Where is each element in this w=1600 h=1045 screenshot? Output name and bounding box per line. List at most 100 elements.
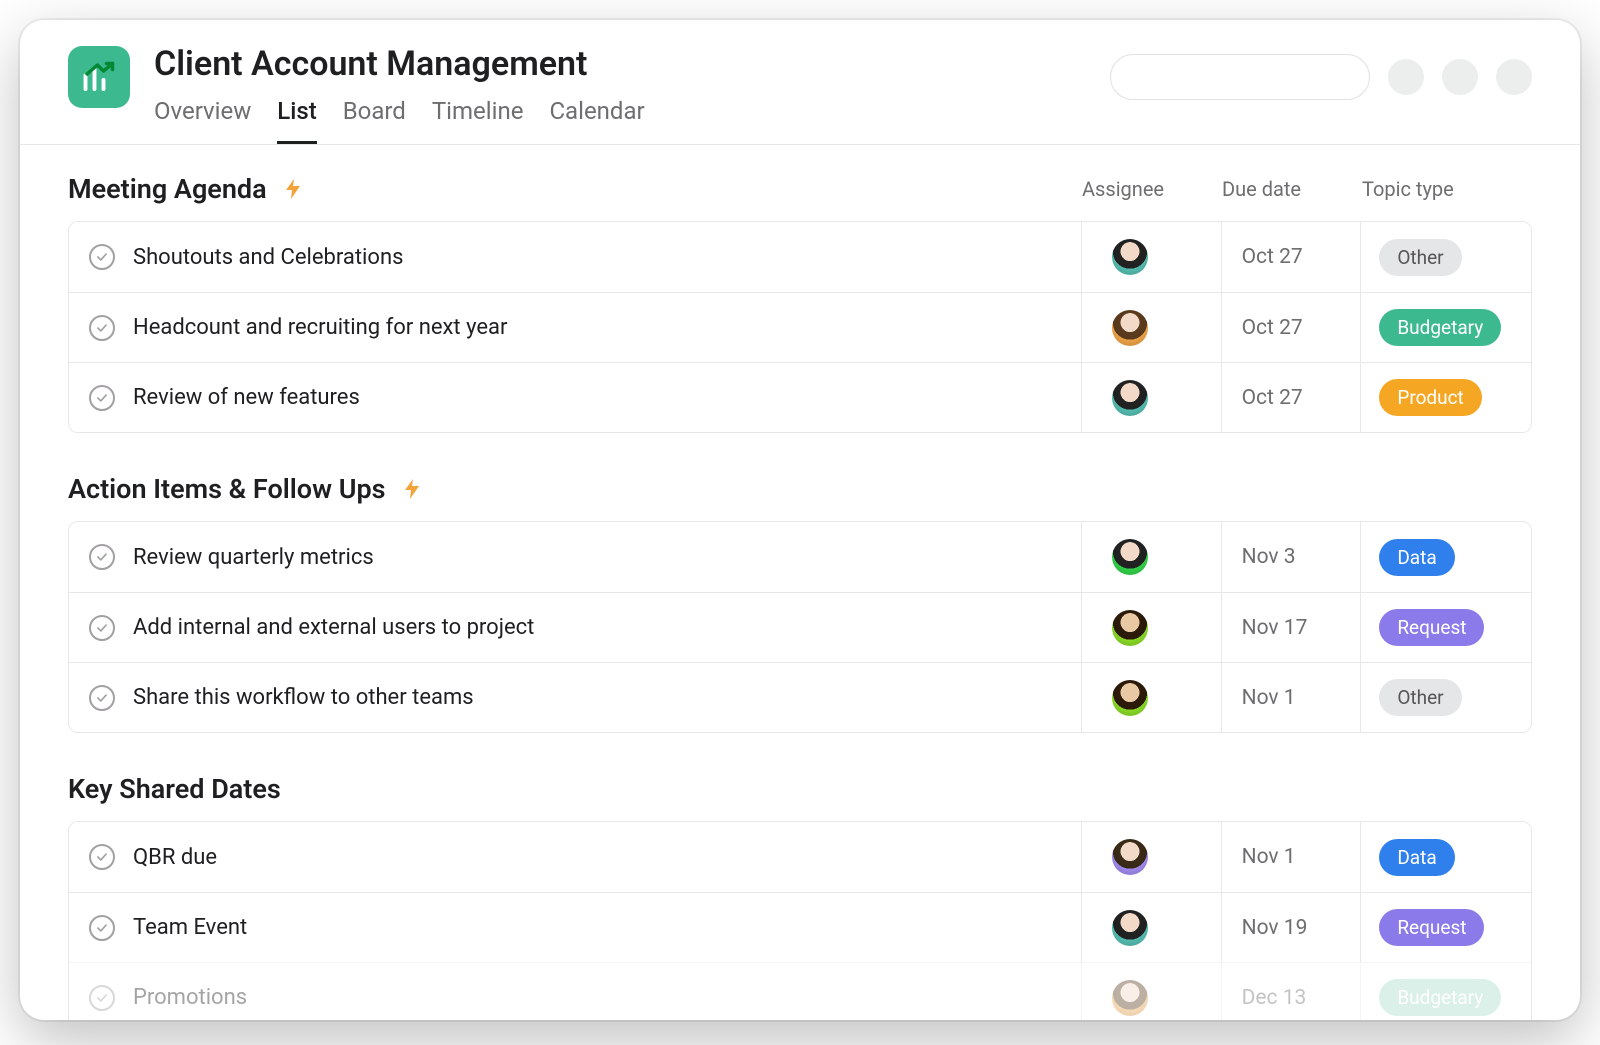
task-name-cell[interactable]: Review of new features xyxy=(69,363,1082,432)
header-action-2[interactable] xyxy=(1442,59,1478,95)
task-row[interactable]: Share this workflow to other teams Nov 1 O… xyxy=(69,662,1531,732)
task-topic-cell[interactable]: Product xyxy=(1361,363,1531,432)
task-due-cell[interactable]: Oct 27 xyxy=(1222,293,1362,362)
task-name-cell[interactable]: Promotions xyxy=(69,963,1082,1020)
avatar[interactable] xyxy=(1112,839,1148,875)
avatar[interactable] xyxy=(1112,239,1148,275)
task-due: Dec 13 xyxy=(1242,986,1307,1010)
task-assignee-cell[interactable] xyxy=(1082,893,1222,962)
complete-checkbox[interactable] xyxy=(89,315,115,341)
task-assignee-cell[interactable] xyxy=(1082,593,1222,662)
topic-tag[interactable]: Other xyxy=(1379,679,1461,716)
task-due: Oct 27 xyxy=(1242,316,1303,340)
avatar[interactable] xyxy=(1112,680,1148,716)
view-tabs: Overview List Board Timeline Calendar xyxy=(154,97,1086,144)
complete-checkbox[interactable] xyxy=(89,915,115,941)
task-assignee-cell[interactable] xyxy=(1082,963,1222,1020)
task-row[interactable]: Promotions Dec 13 Budgetary xyxy=(69,962,1531,1020)
task-name-cell[interactable]: Shoutouts and Celebrations xyxy=(69,222,1082,292)
task-due: Nov 1 xyxy=(1242,686,1296,710)
task-name: Review of new features xyxy=(133,385,360,410)
complete-checkbox[interactable] xyxy=(89,244,115,270)
list-content: Meeting Agenda AssigneeDue dateTopic type… xyxy=(20,145,1580,1020)
task-due-cell[interactable]: Oct 27 xyxy=(1222,222,1362,292)
col-header-due[interactable]: Due date xyxy=(1222,177,1362,201)
avatar[interactable] xyxy=(1112,910,1148,946)
complete-checkbox[interactable] xyxy=(89,844,115,870)
task-table: Review quarterly metrics Nov 3 Data Add int… xyxy=(68,521,1532,733)
task-due-cell[interactable]: Nov 17 xyxy=(1222,593,1362,662)
task-due-cell[interactable]: Nov 1 xyxy=(1222,822,1362,892)
task-topic-cell[interactable]: Request xyxy=(1361,893,1531,962)
header-action-1[interactable] xyxy=(1388,59,1424,95)
complete-checkbox[interactable] xyxy=(89,685,115,711)
task-due-cell[interactable]: Nov 1 xyxy=(1222,663,1362,732)
task-row[interactable]: QBR due Nov 1 Data xyxy=(69,822,1531,892)
avatar[interactable] xyxy=(1112,380,1148,416)
task-topic-cell[interactable]: Budgetary xyxy=(1361,963,1531,1020)
task-name-cell[interactable]: QBR due xyxy=(69,822,1082,892)
task-due-cell[interactable]: Nov 3 xyxy=(1222,522,1362,592)
task-name-cell[interactable]: Share this workflow to other teams xyxy=(69,663,1082,732)
topic-tag[interactable]: Product xyxy=(1379,379,1481,416)
task-name-cell[interactable]: Team Event xyxy=(69,893,1082,962)
complete-checkbox[interactable] xyxy=(89,615,115,641)
topic-tag[interactable]: Budgetary xyxy=(1379,309,1501,346)
task-topic-cell[interactable]: Other xyxy=(1361,663,1531,732)
task-topic-cell[interactable]: Data xyxy=(1361,822,1531,892)
task-due-cell[interactable]: Dec 13 xyxy=(1222,963,1362,1020)
topic-tag[interactable]: Data xyxy=(1379,839,1454,876)
avatar[interactable] xyxy=(1112,539,1148,575)
tab-list[interactable]: List xyxy=(277,97,316,144)
task-row[interactable]: Review of new features Oct 27 Product xyxy=(69,362,1531,432)
task-topic-cell[interactable]: Data xyxy=(1361,522,1531,592)
avatar[interactable] xyxy=(1112,980,1148,1016)
task-name-cell[interactable]: Headcount and recruiting for next year xyxy=(69,293,1082,362)
avatar[interactable] xyxy=(1112,610,1148,646)
section-title[interactable]: Action Items & Follow Ups xyxy=(68,473,386,505)
tab-board[interactable]: Board xyxy=(343,97,406,144)
col-header-topic[interactable]: Topic type xyxy=(1362,177,1532,201)
section-title[interactable]: Meeting Agenda xyxy=(68,173,267,205)
task-name-cell[interactable]: Add internal and external users to proje… xyxy=(69,593,1082,662)
avatar[interactable] xyxy=(1112,310,1148,346)
complete-checkbox[interactable] xyxy=(89,385,115,411)
task-due: Nov 17 xyxy=(1242,616,1308,640)
topic-tag[interactable]: Data xyxy=(1379,539,1454,576)
section: Meeting Agenda AssigneeDue dateTopic type… xyxy=(68,173,1532,433)
search-input[interactable] xyxy=(1110,54,1370,100)
col-header-assignee[interactable]: Assignee xyxy=(1082,177,1222,201)
task-row[interactable]: Shoutouts and Celebrations Oct 27 Other xyxy=(69,222,1531,292)
task-assignee-cell[interactable] xyxy=(1082,522,1222,592)
topic-tag[interactable]: Budgetary xyxy=(1379,979,1501,1016)
topic-tag[interactable]: Request xyxy=(1379,609,1484,646)
task-assignee-cell[interactable] xyxy=(1082,293,1222,362)
section-title[interactable]: Key Shared Dates xyxy=(68,773,281,805)
tab-timeline[interactable]: Timeline xyxy=(432,97,524,144)
task-row[interactable]: Review quarterly metrics Nov 3 Data xyxy=(69,522,1531,592)
section-header: Meeting Agenda AssigneeDue dateTopic type xyxy=(68,173,1532,205)
task-row[interactable]: Team Event Nov 19 Request xyxy=(69,892,1531,962)
task-name-cell[interactable]: Review quarterly metrics xyxy=(69,522,1082,592)
complete-checkbox[interactable] xyxy=(89,544,115,570)
topic-tag[interactable]: Request xyxy=(1379,909,1484,946)
task-row[interactable]: Headcount and recruiting for next year Oc… xyxy=(69,292,1531,362)
tab-calendar[interactable]: Calendar xyxy=(549,97,644,144)
task-assignee-cell[interactable] xyxy=(1082,822,1222,892)
topic-tag[interactable]: Other xyxy=(1379,239,1461,276)
tab-overview[interactable]: Overview xyxy=(154,97,251,144)
task-due-cell[interactable]: Nov 19 xyxy=(1222,893,1362,962)
task-topic-cell[interactable]: Budgetary xyxy=(1361,293,1531,362)
task-due-cell[interactable]: Oct 27 xyxy=(1222,363,1362,432)
task-assignee-cell[interactable] xyxy=(1082,363,1222,432)
bolt-icon xyxy=(281,177,305,201)
app-window: Client Account Management OverviewListBo… xyxy=(20,20,1580,1020)
task-assignee-cell[interactable] xyxy=(1082,222,1222,292)
complete-checkbox[interactable] xyxy=(89,985,115,1011)
task-assignee-cell[interactable] xyxy=(1082,663,1222,732)
task-topic-cell[interactable]: Other xyxy=(1361,222,1531,292)
header-action-3[interactable] xyxy=(1496,59,1532,95)
task-name: Add internal and external users to proje… xyxy=(133,615,534,640)
task-row[interactable]: Add internal and external users to proje… xyxy=(69,592,1531,662)
task-topic-cell[interactable]: Request xyxy=(1361,593,1531,662)
